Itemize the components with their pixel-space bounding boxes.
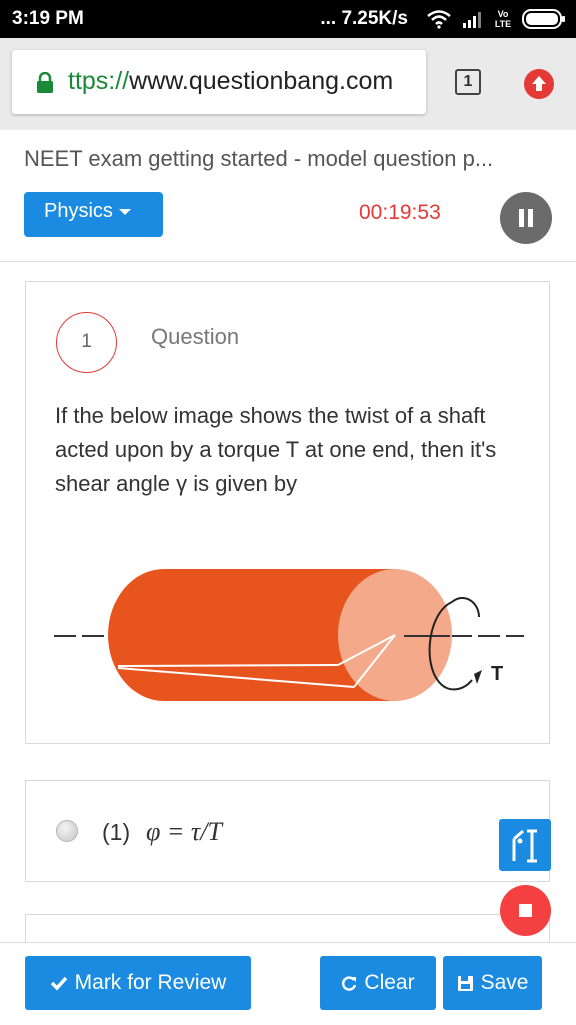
review-person-icon — [512, 829, 537, 863]
stop-button[interactable] — [500, 885, 551, 936]
subject-dropdown[interactable]: Physics — [24, 192, 163, 237]
question-number: 1 — [56, 312, 117, 373]
network-type: Vo LTE — [494, 9, 512, 29]
exam-timer: 00:19:53 — [359, 201, 441, 224]
save-icon — [457, 975, 473, 991]
status-time: 3:19 PM — [12, 8, 84, 29]
page-content: NEET exam getting started - model questi… — [0, 130, 576, 1025]
url-host: www.questionbang.com — [129, 67, 394, 95]
pause-button[interactable] — [500, 192, 552, 244]
question-text: If the below image shows the twist of a … — [55, 403, 497, 496]
caret-down-icon — [118, 208, 131, 215]
subject-label: Physics — [44, 200, 113, 222]
option-formula: φ = τ/T — [146, 817, 222, 846]
pause-icon — [519, 209, 524, 227]
signal-icon — [463, 12, 481, 28]
check-icon — [50, 976, 67, 991]
stop-icon — [519, 904, 532, 917]
torque-label: T — [491, 663, 503, 685]
refresh-icon — [342, 976, 357, 991]
option-radio[interactable] — [56, 820, 78, 842]
clear-button[interactable]: Clear — [320, 956, 436, 1010]
mark-for-review-label: Mark for Review — [74, 971, 227, 994]
status-bar: 3:19 PM ... 7.25K/s Vo LTE — [0, 0, 576, 38]
url-scheme: ttps:// — [68, 67, 130, 95]
mark-for-review-button[interactable]: Mark for Review — [25, 956, 251, 1010]
upload-icon — [532, 76, 546, 91]
question-label: Question — [151, 324, 240, 349]
pause-icon-bar — [528, 209, 533, 227]
page-title: NEET exam getting started - model questi… — [24, 146, 494, 171]
question-card: 1 Question If the below image shows the … — [25, 281, 550, 744]
shaft-torque-diagram: T — [54, 569, 524, 701]
url-text: ttps://www.questionbang.com — [68, 67, 393, 96]
header-divider — [0, 261, 576, 262]
upload-button[interactable] — [524, 69, 554, 99]
review-side-button[interactable] — [499, 819, 551, 871]
wifi-icon — [427, 10, 451, 29]
browser-toolbar: ttps://www.questionbang.com 1 — [0, 38, 576, 130]
battery-icon — [522, 9, 565, 29]
clear-label: Clear — [364, 971, 415, 994]
url-field[interactable]: ttps://www.questionbang.com — [12, 50, 426, 114]
option-number: (1) — [102, 819, 131, 845]
option-card[interactable]: (1) φ = τ/T — [25, 780, 550, 882]
save-label: Save — [480, 971, 529, 994]
status-icons: Vo LTE — [426, 6, 566, 32]
save-button[interactable]: Save — [443, 956, 542, 1010]
lock-icon — [37, 72, 53, 93]
bottom-action-bar: Mark for Review Clear Save — [0, 942, 576, 1025]
network-speed: ... 7.25K/s — [320, 8, 408, 29]
tab-count-button[interactable]: 1 — [455, 69, 481, 95]
